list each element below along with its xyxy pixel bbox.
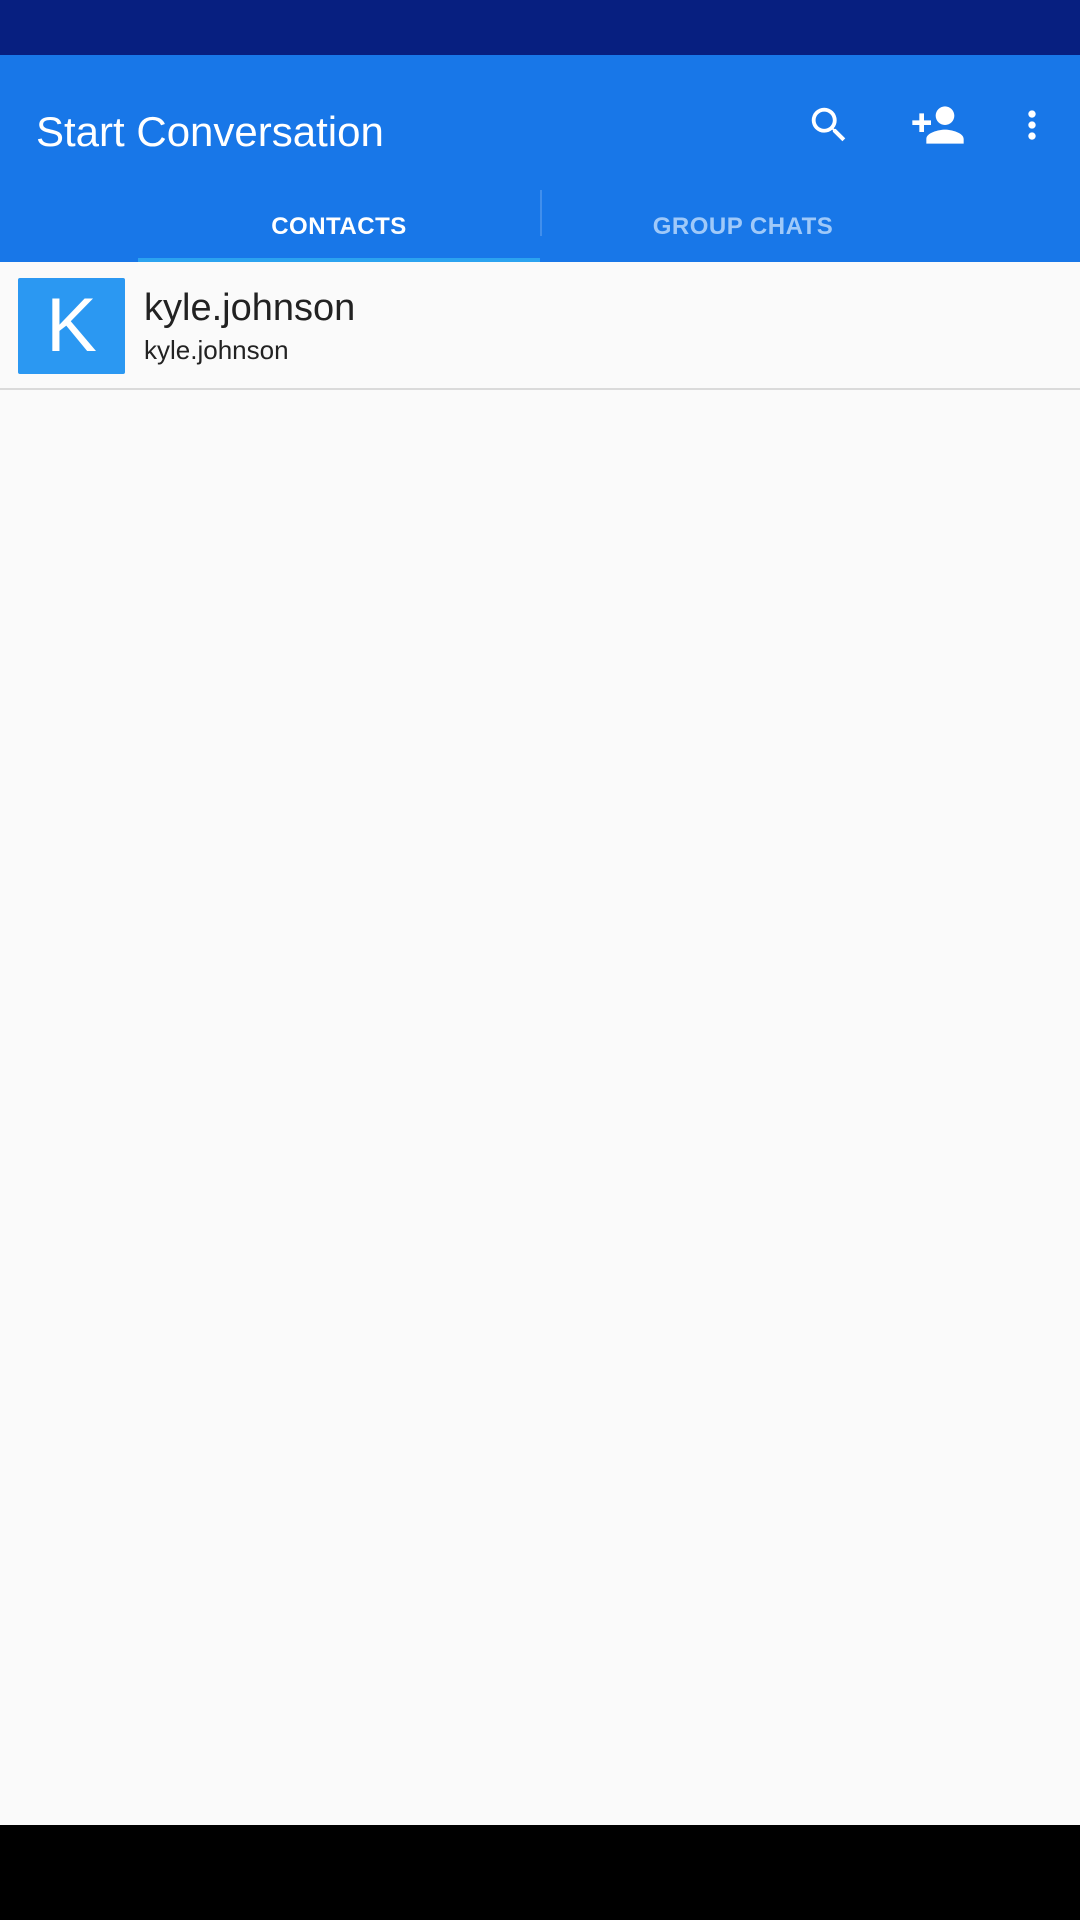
contact-name: kyle.johnson (144, 287, 356, 329)
contact-jid: kyle.johnson (144, 335, 289, 365)
page-title: Start Conversation (36, 108, 384, 155)
navigation-bar (0, 1825, 1080, 1920)
more-vert-icon (1028, 110, 1036, 140)
person-add-icon (912, 106, 964, 144)
search-icon (811, 107, 846, 142)
status-bar (0, 0, 1080, 55)
tab-divider (540, 190, 542, 236)
contact-list-item[interactable]: K kyle.johnson kyle.johnson (0, 262, 1080, 389)
add-contact-button[interactable] (896, 85, 980, 165)
avatar: K (18, 278, 125, 374)
more-options-button[interactable] (1010, 85, 1054, 165)
tab-contacts[interactable]: CONTACTS (138, 191, 540, 262)
list-divider (0, 388, 1080, 390)
tab-group-chats[interactable]: GROUP CHATS (541, 191, 945, 262)
search-button[interactable] (789, 85, 869, 165)
